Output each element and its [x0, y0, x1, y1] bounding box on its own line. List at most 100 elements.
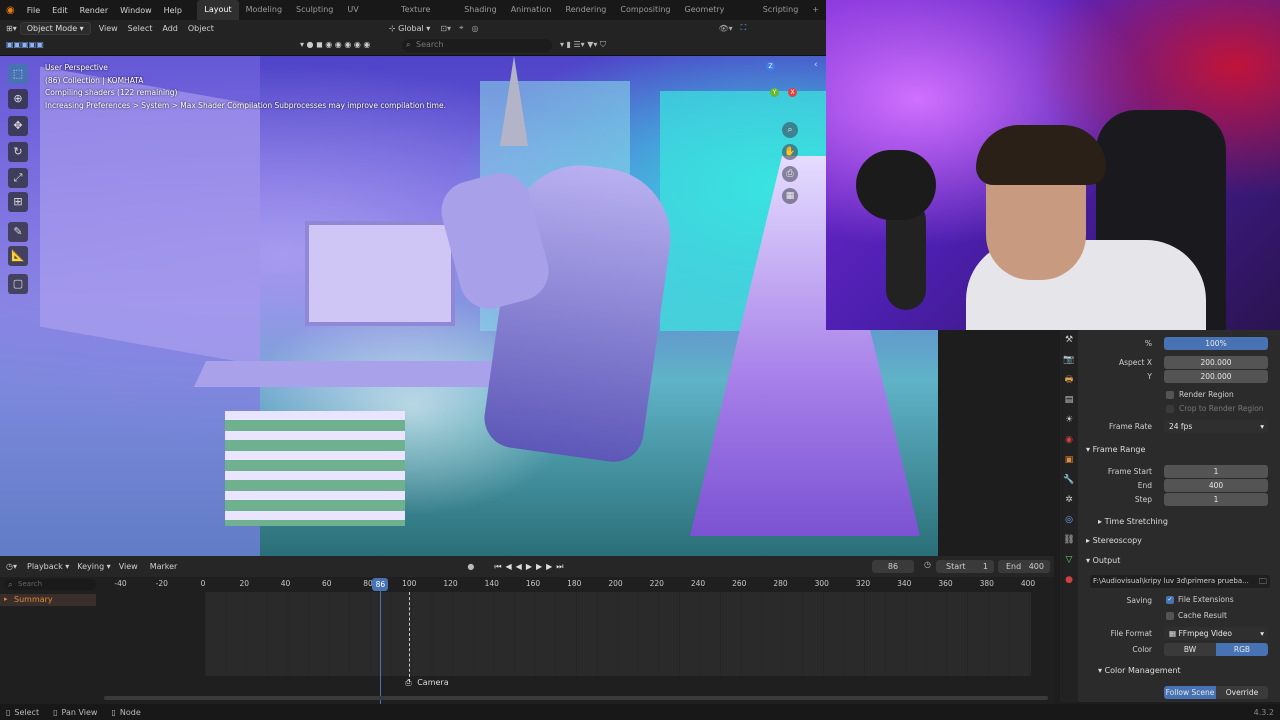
search-field[interactable]: ⌕ Search — [402, 39, 552, 52]
keyframe-area[interactable] — [205, 592, 1031, 676]
add-workspace-icon[interactable]: + — [805, 0, 826, 20]
folder-icon[interactable]: 🗀 — [1259, 576, 1267, 588]
frame-start-field[interactable]: 1 — [1164, 465, 1268, 478]
auto-keying-icon[interactable]: ● — [467, 562, 474, 571]
world-tab-icon[interactable]: ◉ — [1060, 430, 1078, 450]
tab-geometry-nodes[interactable]: Geometry Nodes — [678, 0, 756, 34]
channel-search[interactable]: ⌕ Search — [4, 579, 96, 590]
file-format-select[interactable]: ▦ FFmpeg Video ▾ — [1164, 627, 1268, 640]
select-box-icon[interactable]: ▣▣▣▣▣ — [6, 40, 44, 49]
end-frame-field[interactable]: End 400 — [998, 560, 1050, 573]
constraints-tab-icon[interactable]: ⛓ — [1060, 530, 1078, 550]
aspect-y-field[interactable]: 200.000 — [1164, 370, 1268, 383]
measure-tool-icon[interactable]: 📐 — [8, 246, 28, 266]
menu-render[interactable]: Render — [74, 6, 114, 15]
menu-keying[interactable]: Keying ▾ — [77, 562, 110, 571]
menu-playback[interactable]: Playback ▾ — [27, 562, 69, 571]
move-tool-icon[interactable]: ✥ — [8, 116, 28, 136]
tab-scripting[interactable]: Scripting — [756, 0, 806, 20]
cursor-tool-icon[interactable]: ⊕ — [8, 89, 28, 109]
transform-tool-icon[interactable]: ⊞ — [8, 192, 28, 212]
override-button[interactable]: Override — [1216, 686, 1268, 699]
annotate-tool-icon[interactable]: ✎ — [8, 222, 28, 242]
color-rgb-button[interactable]: RGB — [1216, 643, 1268, 656]
filter-icons[interactable]: ▾ ▮ ☰▾ ▼▾ ⛉ — [560, 40, 606, 50]
playback-controls[interactable]: ⏮◀◀▶▶▶⏭ — [494, 562, 567, 572]
gizmo-toggle-icon[interactable]: ⛶ — [741, 23, 747, 33]
tab-compositing[interactable]: Compositing — [613, 0, 677, 20]
summary-channel[interactable]: ▸ Summary — [0, 594, 96, 606]
tab-layout[interactable]: Layout — [197, 0, 239, 20]
timeline-editor-type-icon[interactable]: ◷▾ — [6, 562, 17, 571]
menu-timeline-view[interactable]: View — [119, 562, 138, 571]
menu-select[interactable]: Select — [123, 24, 158, 33]
resolution-percent-field[interactable]: 100% — [1164, 337, 1268, 350]
frame-ruler[interactable]: -40 -20 0 20 40 60 80 100 120 140 160 180 200 220 240 2… — [100, 578, 1054, 592]
proportional-edit-icon[interactable]: ◎ — [472, 24, 479, 33]
file-extensions-checkbox[interactable]: ✓ — [1166, 596, 1174, 604]
frame-rate-select[interactable]: 24 fps ▾ — [1164, 420, 1268, 433]
tab-modeling[interactable]: Modeling — [239, 0, 289, 20]
menu-marker[interactable]: Marker — [150, 562, 178, 571]
menu-object[interactable]: Object — [183, 24, 219, 33]
menu-view[interactable]: View — [94, 24, 123, 33]
tab-animation[interactable]: Animation — [504, 0, 559, 20]
menu-window[interactable]: Window — [114, 6, 158, 15]
render-region-checkbox[interactable] — [1166, 391, 1174, 399]
mode-select[interactable]: Object Mode ▾ — [19, 21, 91, 35]
snap-icon[interactable]: ⌖ — [459, 23, 464, 33]
grid-view-icon[interactable]: ▦ — [782, 188, 798, 204]
editor-type-icon[interactable]: ⊞▾ — [6, 24, 17, 33]
color-management-section[interactable]: ▾ Color Management — [1098, 666, 1181, 675]
frame-end-field[interactable]: 400 — [1164, 479, 1268, 492]
aspect-x-field[interactable]: 200.000 — [1164, 356, 1268, 369]
visibility-icon[interactable]: 👁▾ — [718, 24, 732, 33]
time-stretching-section[interactable]: ▸ Time Stretching — [1098, 517, 1168, 526]
color-bw-button[interactable]: BW — [1164, 643, 1216, 656]
playhead-line[interactable] — [380, 578, 382, 704]
gizmo-z-icon[interactable]: Z — [766, 62, 775, 71]
scale-tool-icon[interactable]: ⤢ — [8, 168, 28, 188]
tab-uv-editing[interactable]: UV Editing — [340, 0, 394, 34]
physics-tab-icon[interactable]: ◎ — [1060, 510, 1078, 530]
output-section[interactable]: ▾ Output — [1086, 556, 1120, 565]
blender-logo-icon[interactable]: ◉ — [0, 5, 21, 16]
tab-shading[interactable]: Shading — [457, 0, 504, 20]
view-layer-tab-icon[interactable]: ▤ — [1060, 390, 1078, 410]
data-tab-icon[interactable]: ▽ — [1060, 550, 1078, 570]
gizmo-x-icon[interactable]: X — [788, 88, 797, 97]
orientation-select[interactable]: ⊹ Global ▾ — [389, 24, 430, 33]
pan-hand-icon[interactable]: ✋ — [782, 144, 798, 160]
rotate-tool-icon[interactable]: ↻ — [8, 142, 28, 162]
stereoscopy-section[interactable]: ▸ Stereoscopy — [1086, 536, 1142, 545]
crop-region-checkbox[interactable] — [1166, 405, 1174, 413]
3d-viewport[interactable]: ⬚ ⊕ ✥ ↻ ⤢ ⊞ ✎ 📐 ▢ User Perspective (86) … — [0, 56, 938, 556]
follow-scene-button[interactable]: Follow Scene — [1164, 686, 1216, 699]
zoom-icon[interactable]: ⌕ — [782, 122, 798, 138]
cache-result-checkbox[interactable] — [1166, 612, 1174, 620]
start-frame-field[interactable]: Start 1 — [936, 560, 994, 573]
menu-file[interactable]: File — [21, 6, 46, 15]
shading-icons[interactable]: ▾ ● ◼ ◉ ◉ ◉ ◉ ◉ — [300, 40, 370, 49]
navigation-gizmo[interactable]: Z Y X — [740, 60, 810, 116]
tab-texture-paint[interactable]: Texture Paint — [394, 0, 457, 34]
sidebar-toggle-icon[interactable]: ‹ — [814, 60, 818, 70]
add-cube-tool-icon[interactable]: ▢ — [8, 274, 28, 294]
tab-rendering[interactable]: Rendering — [559, 0, 614, 20]
gizmo-y-icon[interactable]: Y — [770, 88, 779, 97]
menu-help[interactable]: Help — [158, 6, 188, 15]
menu-add[interactable]: Add — [157, 24, 183, 33]
frame-step-field[interactable]: 1 — [1164, 493, 1268, 506]
tab-sculpting[interactable]: Sculpting — [289, 0, 340, 20]
camera-marker[interactable]: ⎙ Camera — [405, 678, 448, 688]
camera-view-icon[interactable]: ⎙ — [782, 166, 798, 182]
playhead-frame-label[interactable]: 86 — [372, 578, 389, 591]
frame-range-section[interactable]: ▾ Frame Range — [1086, 445, 1145, 454]
pivot-icon[interactable]: ⊡▾ — [440, 24, 451, 33]
current-frame-field[interactable]: 86 — [872, 560, 914, 573]
timeline-scrollbar[interactable] — [104, 696, 1048, 700]
select-tool-icon[interactable]: ⬚ — [8, 64, 28, 84]
menu-edit[interactable]: Edit — [46, 6, 74, 15]
material-tab-icon[interactable]: ● — [1060, 570, 1078, 590]
output-path-field[interactable]: F:\Audiovisual\kripy luv 3d\primera prue… — [1090, 575, 1270, 588]
